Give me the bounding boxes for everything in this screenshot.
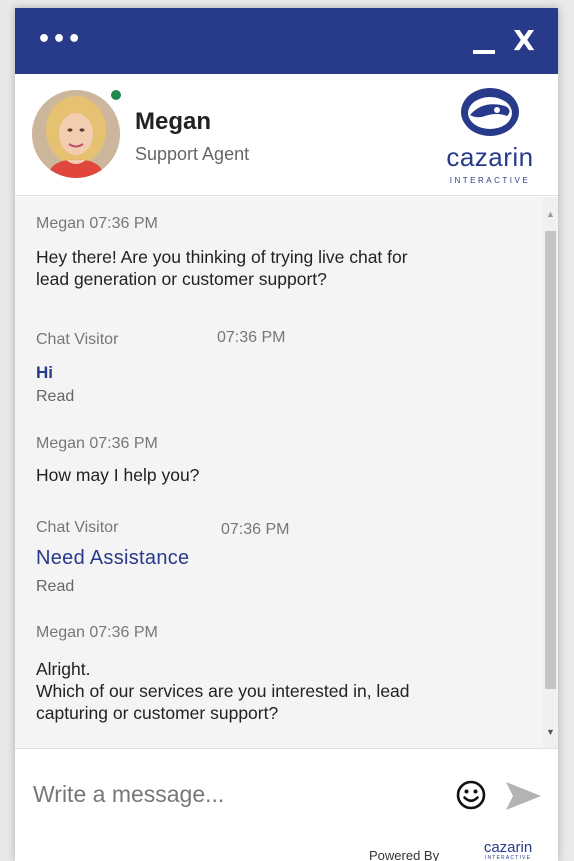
visitor-message: Need Assistance bbox=[36, 547, 190, 569]
visitor-message: Hi bbox=[36, 363, 53, 382]
agent-message: Hey there! Are you thinking of trying li… bbox=[36, 246, 476, 290]
message-line: Alright. bbox=[36, 659, 91, 679]
title-bar: ••• X bbox=[15, 8, 558, 74]
chat-widget: ••• X Megan Support Agent cazarin INTERA… bbox=[15, 8, 558, 861]
powered-by-label: Powered By bbox=[369, 848, 440, 861]
message-time: 07:36 PM bbox=[89, 435, 158, 452]
close-button[interactable]: X bbox=[509, 24, 539, 58]
message-input[interactable] bbox=[31, 773, 431, 815]
message-line: How may I help you? bbox=[36, 465, 200, 485]
message-line: capturing or customer support? bbox=[36, 703, 279, 723]
agent-header: Megan Support Agent cazarin INTERACTIVE bbox=[15, 74, 558, 196]
scroll-down-arrow-icon[interactable]: ▼ bbox=[543, 725, 558, 739]
message-meta: Megan 07:36 PM bbox=[36, 624, 158, 642]
message-list[interactable]: Megan 07:36 PM Hey there! Are you thinki… bbox=[15, 197, 558, 748]
message-meta: Megan 07:36 PM bbox=[36, 435, 158, 453]
scrollbar[interactable]: ▲ ▼ bbox=[543, 197, 558, 748]
scroll-thumb[interactable] bbox=[545, 231, 556, 689]
sender-name: Chat Visitor bbox=[36, 331, 119, 348]
smiley-icon bbox=[456, 780, 486, 810]
brand-logo: cazarin INTERACTIVE bbox=[435, 86, 545, 186]
brand-subtitle: INTERACTIVE bbox=[449, 176, 531, 185]
menu-button[interactable]: ••• bbox=[37, 22, 81, 58]
brand-name: cazarin bbox=[446, 142, 534, 172]
scroll-up-arrow-icon[interactable]: ▲ bbox=[543, 207, 558, 221]
sender-name: Megan bbox=[36, 215, 85, 232]
read-status: Read bbox=[36, 578, 75, 595]
sender-name: Megan bbox=[36, 624, 85, 641]
footer-logo-name: cazarin bbox=[483, 839, 533, 856]
composer bbox=[15, 748, 558, 838]
sender-name: Megan bbox=[36, 435, 85, 452]
agent-message: How may I help you? bbox=[36, 464, 476, 486]
message-time: 07:36 PM bbox=[89, 215, 158, 232]
agent-name: Megan bbox=[135, 108, 212, 135]
message-line: Hey there! Are you thinking of trying li… bbox=[36, 247, 408, 267]
footer-logo[interactable]: cazarin INTERACTIVE bbox=[473, 840, 543, 861]
agent-message: Alright. Which of our services are you i… bbox=[36, 658, 476, 724]
avatar-image bbox=[32, 90, 120, 178]
minimize-button[interactable] bbox=[470, 28, 500, 58]
footer: Powered By cazarin INTERACTIVE bbox=[15, 838, 558, 861]
cazarin-logo-icon bbox=[461, 88, 519, 136]
message-meta: Megan 07:36 PM bbox=[36, 215, 158, 233]
send-arrow-icon bbox=[506, 782, 541, 810]
minimize-icon bbox=[473, 50, 495, 54]
online-status-indicator bbox=[109, 88, 123, 102]
message-line: lead generation or customer support? bbox=[36, 269, 327, 289]
agent-role: Support Agent bbox=[135, 144, 250, 164]
avatar bbox=[32, 90, 120, 178]
send-button[interactable] bbox=[503, 779, 543, 813]
sender-name: Chat Visitor bbox=[36, 519, 119, 536]
message-line: Which of our services are you interested… bbox=[36, 681, 410, 701]
message-time: 07:36 PM bbox=[221, 521, 290, 538]
read-status: Read bbox=[36, 388, 75, 405]
emoji-button[interactable] bbox=[455, 779, 487, 811]
message-time: 07:36 PM bbox=[217, 329, 286, 346]
message-time: 07:36 PM bbox=[89, 624, 158, 641]
